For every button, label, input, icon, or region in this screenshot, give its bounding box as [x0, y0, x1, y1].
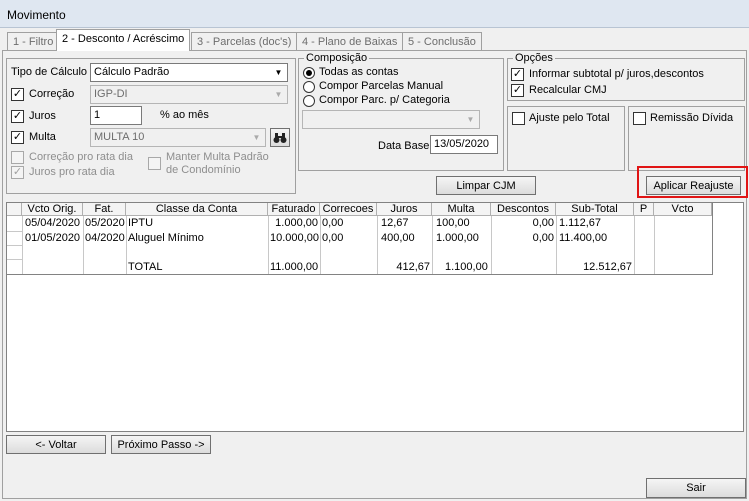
cell-faturado: 10.000,00	[270, 232, 319, 244]
cell-multa: 100,00	[436, 217, 470, 229]
juros-rata-label: Juros pro rata dia	[29, 166, 115, 178]
cell-juros: 400,00	[381, 232, 415, 244]
cell-sub-total: 1.112,67	[559, 217, 602, 229]
todas-contas-label: Todas as contas	[319, 66, 399, 78]
cell-classe-conta: Aluguel Mínimo	[128, 232, 204, 244]
tab-conclusao[interactable]: 5 - Conclusão	[402, 32, 482, 51]
tab-desconto-acrescimo[interactable]: 2 - Desconto / Acréscimo	[56, 29, 191, 51]
cell-descontos: 0,00	[532, 217, 554, 229]
juros-label: Juros	[29, 110, 56, 122]
informar-subtotal-checkbox[interactable]: ✓	[511, 68, 524, 81]
total-multa: 1.100,00	[445, 261, 488, 273]
compor-categoria-radio[interactable]	[303, 95, 315, 107]
voltar-button[interactable]: <- Voltar	[6, 435, 106, 454]
data-base-input[interactable]: 13/05/2020	[430, 135, 498, 154]
correcao-checkbox[interactable]: ✓	[11, 88, 24, 101]
multa-checkbox[interactable]: ✓	[11, 131, 24, 144]
cell-fat: 04/2020	[85, 232, 125, 244]
tipo-calculo-select[interactable]: Cálculo Padrão ▼	[90, 63, 288, 82]
chevron-down-icon: ▼	[466, 115, 475, 124]
remissao-divida-checkbox[interactable]	[633, 112, 646, 125]
correcao-select[interactable]: IGP-DI ▼	[90, 85, 288, 104]
multa-label: Multa	[29, 131, 56, 143]
title-bar: Movimento	[0, 0, 749, 28]
chevron-down-icon: ▼	[274, 68, 283, 77]
manter-multa-checkbox[interactable]	[148, 157, 161, 170]
cell-correcoes: 0,00	[322, 217, 344, 229]
cell-correcoes: 0,00	[322, 232, 344, 244]
aplicar-reajuste-button[interactable]: Aplicar Reajuste	[646, 176, 741, 195]
contas-table[interactable]: Vcto Orig. Fat. Classe da Conta Faturado…	[6, 202, 744, 432]
col-p[interactable]: P	[634, 203, 654, 216]
col-sub-total[interactable]: Sub-Total	[556, 203, 634, 216]
opcoes-title: Opções	[513, 52, 555, 64]
col-faturado[interactable]: Faturado	[268, 203, 320, 216]
compor-manual-label: Compor Parcelas Manual	[319, 80, 444, 92]
recalcular-cmj-checkbox[interactable]: ✓	[511, 84, 524, 97]
cell-classe-conta: IPTU	[128, 217, 154, 229]
cell-faturado: 1.000,00	[275, 217, 318, 229]
total-faturado: 11.000,00	[270, 261, 319, 273]
remissao-divida-label: Remissão Dívida	[650, 112, 734, 124]
col-descontos[interactable]: Descontos	[491, 203, 556, 216]
ajuste-total-label: Ajuste pelo Total	[529, 112, 610, 124]
informar-subtotal-label: Informar subtotal p/ juros,descontos	[529, 68, 704, 80]
cell-vcto-orig: 05/04/2020	[25, 217, 81, 229]
cell-vcto-orig: 01/05/2020	[25, 232, 81, 244]
row-indicator-header	[7, 203, 22, 216]
compor-categoria-label: Compor Parc. p/ Categoria	[319, 94, 450, 106]
categoria-select[interactable]: ▼	[302, 110, 480, 129]
window-title: Movimento	[7, 8, 66, 22]
cell-multa: 1.000,00	[436, 232, 479, 244]
limpar-cjm-button[interactable]: Limpar CJM	[436, 176, 536, 195]
col-correcoes[interactable]: Correcoes	[320, 203, 377, 216]
correcao-label: Correção	[29, 88, 75, 100]
compor-manual-radio[interactable]	[303, 81, 315, 93]
col-juros[interactable]: Juros	[377, 203, 432, 216]
tab-plano-baixas[interactable]: 4 - Plano de Baixas	[296, 32, 404, 51]
chevron-down-icon: ▼	[252, 133, 261, 142]
cell-sub-total: 11.400,00	[559, 232, 608, 244]
binoculars-icon	[273, 132, 287, 143]
data-base-label: Data Base	[378, 140, 430, 152]
manter-multa-label: Manter Multa Padrão de Condomínio	[166, 151, 269, 176]
multa-select[interactable]: MULTA 10 ▼	[90, 128, 266, 147]
juros-checkbox[interactable]: ✓	[11, 110, 24, 123]
tab-parcelas[interactable]: 3 - Parcelas (doc's)	[191, 32, 298, 51]
col-classe-conta[interactable]: Classe da Conta	[126, 203, 268, 216]
total-sub-total: 12.512,67	[583, 261, 632, 273]
chevron-down-icon: ▼	[274, 90, 283, 99]
tab-filtro[interactable]: 1 - Filtro	[7, 32, 60, 51]
col-vcto-orig[interactable]: Vcto Orig.	[22, 203, 83, 216]
ajuste-total-checkbox[interactable]	[512, 112, 525, 125]
cell-juros: 12,67	[381, 217, 409, 229]
juros-input[interactable]: 1	[90, 106, 142, 125]
juros-rata-checkbox[interactable]: ✓	[11, 166, 24, 179]
composicao-title: Composição	[304, 52, 370, 64]
cell-fat: 05/2020	[85, 217, 125, 229]
cell-descontos: 0,00	[532, 232, 554, 244]
total-juros: 412,67	[396, 261, 430, 273]
tipo-calculo-label: Tipo de Cálculo	[11, 66, 88, 78]
correcao-rata-label: Correção pro rata dia	[29, 151, 133, 163]
col-vcto[interactable]: Vcto	[654, 203, 712, 216]
correcao-rata-checkbox[interactable]	[11, 151, 24, 164]
sair-button[interactable]: Sair	[646, 478, 746, 498]
todas-contas-radio[interactable]	[303, 67, 315, 79]
recalcular-cmj-label: Recalcular CMJ	[529, 84, 607, 96]
proximo-passo-button[interactable]: Próximo Passo ->	[111, 435, 211, 454]
col-multa[interactable]: Multa	[432, 203, 491, 216]
total-label: TOTAL	[128, 261, 163, 273]
binoculars-button[interactable]	[270, 128, 290, 147]
col-fat[interactable]: Fat.	[83, 203, 126, 216]
juros-unit-label: % ao mês	[160, 109, 209, 121]
